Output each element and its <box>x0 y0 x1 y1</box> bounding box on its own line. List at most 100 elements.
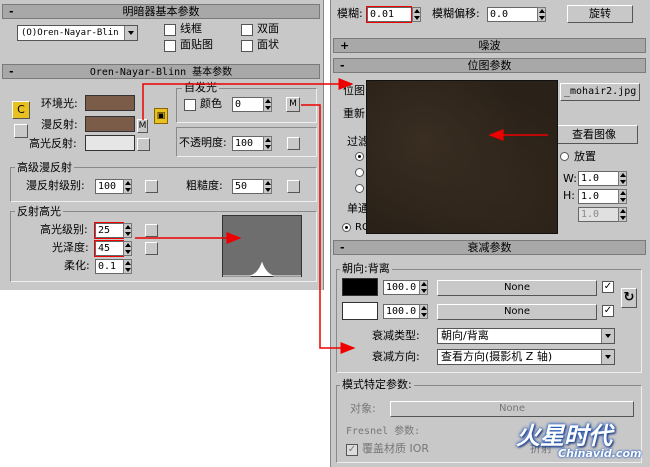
blur-spinner[interactable] <box>412 7 421 22</box>
side-value-spinner[interactable] <box>419 304 428 319</box>
filter-radio-3[interactable] <box>355 184 364 193</box>
two-sided-checkbox[interactable] <box>241 24 253 36</box>
roughness-field[interactable]: 50 <box>232 179 263 194</box>
side-map-checkbox[interactable]: ✓ <box>602 305 614 317</box>
glossiness-spinner[interactable] <box>123 241 132 256</box>
extra-field[interactable]: 1.0 <box>578 207 618 222</box>
specular-color-swatch[interactable] <box>85 135 135 151</box>
glossiness-map-button[interactable] <box>145 242 158 255</box>
rollout-sign: - <box>9 65 14 78</box>
falloff-dir-select[interactable]: 查看方向(摄影机 Z 轴) <box>437 349 615 365</box>
falloff-type-value: 朝向/背离 <box>441 329 489 342</box>
wire-checkbox[interactable] <box>164 24 176 36</box>
diffuse-map-button[interactable]: M <box>137 119 148 133</box>
spec-level-map-button[interactable] <box>145 224 158 237</box>
ambient-label: 环境光: <box>41 97 78 110</box>
self-illum-map-button[interactable]: M <box>286 97 300 112</box>
h-field[interactable]: 1.0 <box>578 189 618 204</box>
oren-nayar-basic-rollout[interactable]: - Oren-Nayar-Blinn 基本参数 <box>2 64 320 79</box>
spec-level-spinner[interactable] <box>123 223 132 238</box>
rollout-title: 位图参数 <box>467 59 512 72</box>
front-value-spinner[interactable] <box>419 280 428 295</box>
lock-c-button[interactable]: C <box>12 101 30 119</box>
falloff-rollout[interactable]: - 衰减参数 <box>333 240 646 255</box>
highlight-curve-graph <box>222 215 302 277</box>
opacity-spinner[interactable] <box>263 136 272 151</box>
rgb-radio[interactable] <box>342 223 351 232</box>
view-image-button[interactable]: 查看图像 <box>550 125 638 144</box>
front-value-field[interactable]: 100.0 <box>383 280 419 295</box>
diffuse-color-swatch[interactable] <box>85 116 135 132</box>
noise-rollout[interactable]: + 噪波 <box>333 38 646 53</box>
h-spinner[interactable] <box>618 189 627 204</box>
reload-label: 重新 <box>343 107 365 120</box>
specular-map-button[interactable] <box>137 138 150 151</box>
rotate-button[interactable]: 旋转 <box>567 5 633 23</box>
opacity-value-field[interactable]: 100 <box>232 136 263 151</box>
glossiness-field[interactable]: 45 <box>94 240 124 257</box>
lock-icon[interactable]: ▣ <box>154 108 168 124</box>
rollout-sign: - <box>9 5 14 18</box>
roughness-spinner[interactable] <box>263 179 272 194</box>
chevron-down-icon <box>601 350 614 364</box>
roughness-map-button[interactable] <box>287 180 300 193</box>
blur-offset-spinner[interactable] <box>537 7 546 22</box>
rollout-sign: - <box>340 241 345 254</box>
shader-basic-rollout[interactable]: - 明暗器基本参数 <box>2 4 320 19</box>
blur-field[interactable]: 0.01 <box>366 6 412 23</box>
falloff-type-select[interactable]: 朝向/背离 <box>437 328 615 344</box>
shader-type-select[interactable]: (O)Oren-Nayar-Blin <box>17 25 138 41</box>
diffuse-level-field[interactable]: 100 <box>95 179 123 194</box>
w-label: W: <box>563 172 577 185</box>
self-illum-color-label: 颜色 <box>200 97 222 110</box>
chevron-down-icon <box>124 26 137 40</box>
soften-label: 柔化: <box>64 259 90 272</box>
front-map-checkbox[interactable]: ✓ <box>602 281 614 293</box>
diffuse-level-map-button[interactable] <box>145 180 158 193</box>
soften-spinner[interactable] <box>123 259 132 274</box>
falloff-dir-label: 衰减方向: <box>372 350 420 363</box>
front-color-swatch[interactable] <box>342 278 378 296</box>
extra-spinner[interactable] <box>618 207 627 222</box>
shader-type-value: (O)Oren-Nayar-Blin <box>21 28 119 38</box>
bitmap-path-button[interactable]: _mohair2.jpg <box>560 83 640 101</box>
blur-offset-label: 模糊偏移: <box>432 7 480 20</box>
falloff-type-label: 衰减类型: <box>372 329 420 342</box>
faceted-checkbox[interactable] <box>241 40 253 52</box>
ambient-color-swatch[interactable] <box>85 95 135 111</box>
self-illum-spinner[interactable] <box>263 97 272 112</box>
w-field[interactable]: 1.0 <box>578 171 618 186</box>
roughness-label: 粗糙度: <box>186 179 223 192</box>
bitmap-params-rollout[interactable]: - 位图参数 <box>333 58 646 73</box>
self-illum-color-checkbox[interactable] <box>184 99 196 111</box>
diffuse-label: 漫反射: <box>41 118 78 131</box>
front-map-button[interactable]: None <box>437 280 597 296</box>
side-value-field[interactable]: 100.0 <box>383 304 419 319</box>
chevron-down-icon <box>601 329 614 343</box>
self-illum-title: 自发光 <box>182 81 219 94</box>
opacity-map-button[interactable] <box>287 137 300 150</box>
diffuse-level-spinner[interactable] <box>123 179 132 194</box>
adv-diffuse-title: 高级漫反射 <box>15 161 74 174</box>
face-map-checkbox[interactable] <box>164 40 176 52</box>
rollout-title: 明暗器基本参数 <box>122 5 200 18</box>
rollout-sign: - <box>340 59 345 72</box>
soften-field[interactable]: 0.1 <box>95 259 123 274</box>
filter-radio-2[interactable] <box>355 168 364 177</box>
place-label: 放置 <box>574 150 596 163</box>
w-spinner[interactable] <box>618 171 627 186</box>
override-ior-checkbox[interactable]: ✓ <box>346 444 358 456</box>
swap-icon[interactable]: ↻ <box>621 288 637 308</box>
self-illum-value-field[interactable]: 0 <box>232 97 263 112</box>
place-radio[interactable] <box>560 152 569 161</box>
side-map-button[interactable]: None <box>437 304 597 320</box>
face-map-label: 面贴图 <box>180 38 213 51</box>
spec-hl-title: 反射高光 <box>15 205 63 218</box>
lock-c2-button[interactable] <box>14 124 28 138</box>
filter-radio-1[interactable] <box>355 152 364 161</box>
object-label: 对象: <box>350 402 376 415</box>
spec-level-field[interactable]: 25 <box>94 222 124 239</box>
side-color-swatch[interactable] <box>342 302 378 320</box>
spec-level-label: 高光级别: <box>40 223 88 236</box>
blur-offset-field[interactable]: 0.0 <box>487 7 537 22</box>
